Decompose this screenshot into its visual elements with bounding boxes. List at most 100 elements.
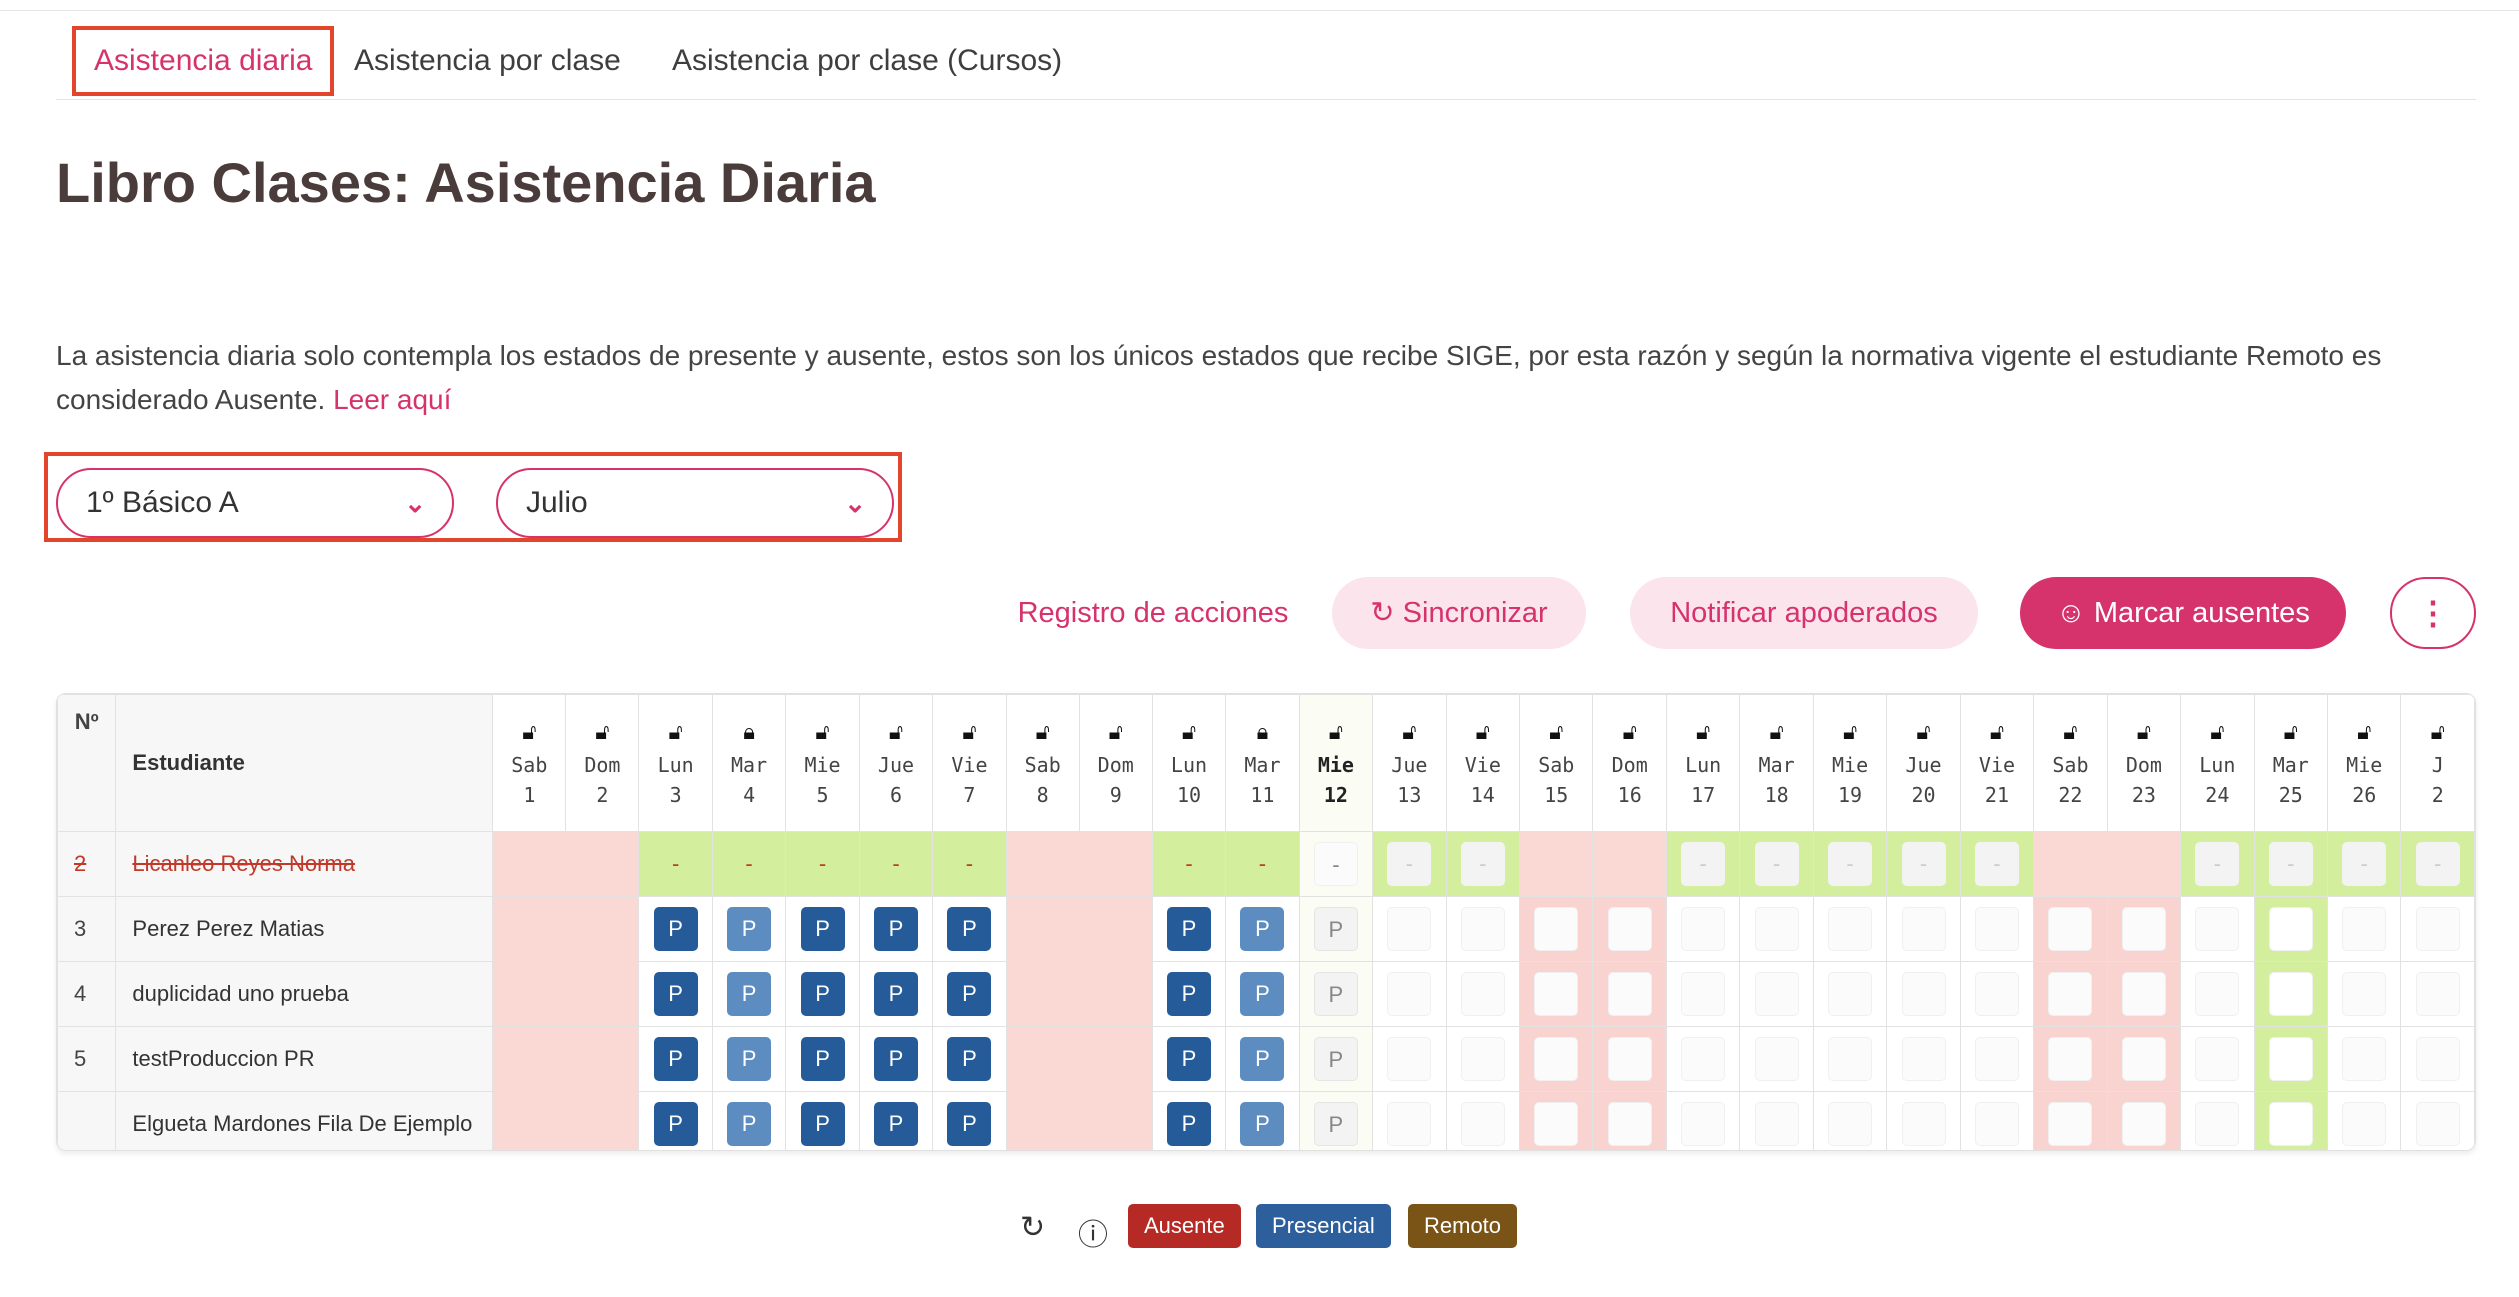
attendance-toggle[interactable]: - [1754, 842, 1799, 886]
attendance-cell[interactable]: - [1812, 831, 1888, 897]
attendance-cell[interactable]: - [1886, 831, 1961, 897]
attendance-cell[interactable]: - [1298, 831, 1374, 897]
attendance-toggle[interactable] [1607, 972, 1652, 1016]
attendance-cell[interactable]: - [2327, 831, 2402, 897]
read-here-link[interactable]: Leer aquí [333, 384, 451, 415]
attendance-present-mark[interactable]: P [873, 1102, 918, 1146]
action-log-button[interactable]: Registro de acciones [1000, 577, 1306, 649]
lock-open-icon[interactable]: 🔓︎ [2401, 719, 2474, 745]
attendance-toggle[interactable] [1828, 972, 1873, 1016]
attendance-cell[interactable] [1959, 961, 2035, 1027]
lock-open-icon[interactable]: 🔓︎ [2181, 719, 2253, 745]
attendance-toggle[interactable]: - [1901, 842, 1946, 886]
lock-open-icon[interactable]: 🔓︎ [1153, 719, 1225, 745]
attendance-present-mark[interactable]: P [947, 1102, 992, 1146]
attendance-toggle[interactable]: - [1460, 842, 1505, 886]
attendance-present-mark[interactable]: P [1313, 1037, 1358, 1081]
attendance-present-mark[interactable]: P [727, 907, 772, 951]
attendance-present-mark[interactable]: P [947, 972, 992, 1016]
attendance-toggle[interactable] [2415, 1102, 2460, 1146]
attendance-toggle[interactable] [1901, 1102, 1946, 1146]
lock-closed-icon[interactable]: 🔒︎ [713, 719, 785, 745]
attendance-toggle[interactable] [1460, 907, 1505, 951]
attendance-present-mark[interactable]: P [1313, 1102, 1358, 1146]
attendance-present-mark[interactable]: P [1240, 907, 1285, 951]
lock-open-icon[interactable]: 🔓︎ [493, 719, 565, 745]
attendance-cell[interactable] [1665, 961, 1741, 1027]
lock-open-icon[interactable]: 🔓︎ [2034, 719, 2106, 745]
attendance-cell[interactable] [2180, 896, 2255, 962]
attendance-toggle[interactable] [1607, 907, 1652, 951]
attendance-toggle[interactable] [2121, 907, 2166, 951]
attendance-cell[interactable] [1959, 1026, 2035, 1092]
attendance-cell[interactable]: P [638, 961, 713, 1027]
attendance-toggle[interactable] [1534, 1037, 1579, 1081]
attendance-toggle[interactable] [1828, 1037, 1873, 1081]
attendance-cell[interactable]: P [858, 961, 934, 1027]
attendance-present-mark[interactable]: P [800, 907, 845, 951]
help-icon[interactable]: ⓘ [1078, 1210, 1108, 1254]
attendance-cell[interactable]: P [932, 1026, 1007, 1092]
attendance-cell[interactable]: P [858, 1026, 934, 1092]
attendance-toggle[interactable] [1681, 1102, 1726, 1146]
attendance-cell[interactable]: P [785, 1026, 860, 1092]
attendance-present-mark[interactable]: P [1313, 907, 1358, 951]
attendance-cell[interactable] [2327, 1026, 2402, 1092]
attendance-toggle[interactable] [2268, 972, 2313, 1016]
mark-absent-button[interactable]: ☺ Marcar ausentes [2020, 577, 2346, 649]
attendance-cell[interactable] [1886, 961, 1961, 1027]
attendance-present-mark[interactable]: P [1240, 1037, 1285, 1081]
attendance-cell[interactable] [1886, 1091, 1961, 1150]
attendance-cell[interactable]: P [1151, 896, 1227, 962]
attendance-cell[interactable]: - [1665, 831, 1741, 897]
attendance-cell[interactable] [2400, 1091, 2475, 1150]
attendance-cell[interactable]: - [1959, 831, 2035, 897]
attendance-cell[interactable]: P [858, 896, 934, 962]
attendance-cell[interactable]: P [711, 961, 787, 1027]
attendance-toggle[interactable] [2121, 1102, 2166, 1146]
attendance-cell[interactable]: P [1298, 1026, 1374, 1092]
lock-open-icon[interactable]: 🔓︎ [1080, 719, 1152, 745]
attendance-toggle[interactable] [1534, 972, 1579, 1016]
attendance-cell[interactable] [1665, 1026, 1741, 1092]
attendance-toggle[interactable] [1387, 907, 1432, 951]
attendance-cell[interactable] [1739, 961, 1814, 1027]
lock-open-icon[interactable]: 🔓︎ [1593, 719, 1665, 745]
attendance-cell[interactable]: P [785, 961, 860, 1027]
attendance-cell[interactable]: P [932, 896, 1007, 962]
attendance-toggle[interactable] [2048, 972, 2093, 1016]
attendance-toggle[interactable] [1607, 1037, 1652, 1081]
attendance-cell[interactable] [1812, 896, 1888, 962]
attendance-toggle[interactable] [1534, 1102, 1579, 1146]
attendance-cell[interactable] [1665, 896, 1741, 962]
attendance-cell[interactable] [1372, 1091, 1447, 1150]
attendance-cell[interactable]: P [711, 1091, 787, 1150]
attendance-toggle[interactable] [1901, 1037, 1946, 1081]
attendance-cell[interactable] [1372, 896, 1447, 962]
lock-open-icon[interactable]: 🔓︎ [1740, 719, 1812, 745]
lock-open-icon[interactable]: 🔓︎ [639, 719, 711, 745]
attendance-present-mark[interactable]: P [1166, 1102, 1211, 1146]
lock-open-icon[interactable]: 🔓︎ [933, 719, 1005, 745]
attendance-present-mark[interactable]: P [1240, 1102, 1285, 1146]
attendance-cell[interactable] [2180, 1091, 2255, 1150]
attendance-toggle[interactable] [2268, 1037, 2313, 1081]
attendance-cell[interactable] [2180, 961, 2255, 1027]
attendance-cell[interactable]: - [1372, 831, 1447, 897]
attendance-toggle[interactable] [2195, 1037, 2240, 1081]
attendance-toggle[interactable] [2121, 1037, 2166, 1081]
attendance-cell[interactable]: P [1225, 896, 1300, 962]
lock-closed-icon[interactable]: 🔒︎ [1226, 719, 1298, 745]
notify-guardians-button[interactable]: Notificar apoderados [1630, 577, 1978, 649]
attendance-present-mark[interactable]: P [947, 907, 992, 951]
attendance-toggle[interactable] [1460, 1037, 1505, 1081]
attendance-toggle[interactable] [1681, 1037, 1726, 1081]
refresh-icon[interactable]: ↻ [1020, 1210, 1045, 1245]
attendance-toggle[interactable]: - [2268, 842, 2313, 886]
attendance-cell[interactable] [1445, 1091, 1521, 1150]
attendance-present-mark[interactable]: P [653, 907, 698, 951]
attendance-present-mark[interactable]: P [727, 1102, 772, 1146]
attendance-cell[interactable]: P [711, 1026, 787, 1092]
lock-open-icon[interactable]: 🔓︎ [1887, 719, 1959, 745]
attendance-toggle[interactable] [1901, 907, 1946, 951]
